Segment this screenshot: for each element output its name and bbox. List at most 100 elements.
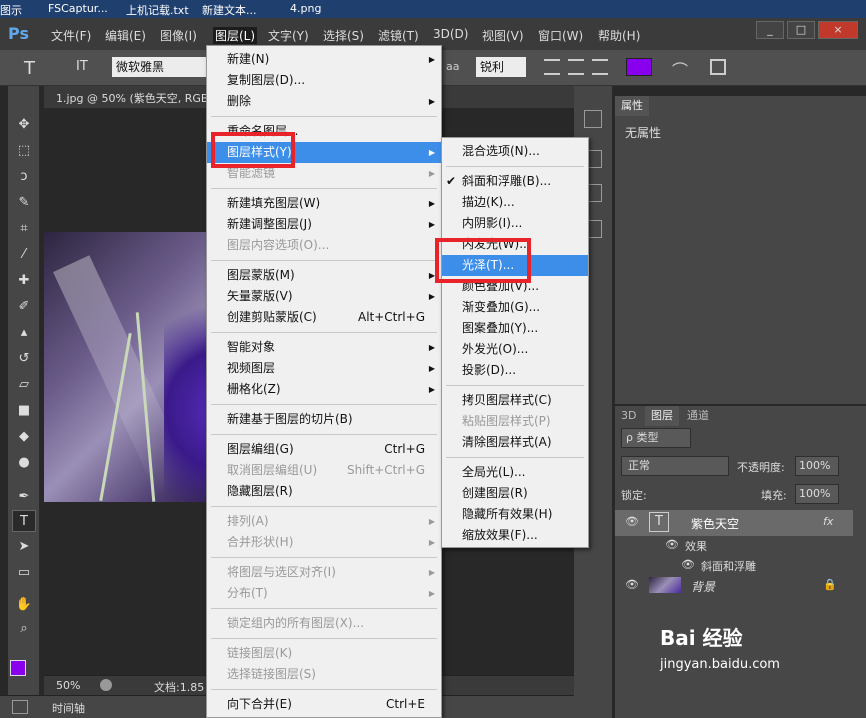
- marquee-tool-icon[interactable]: ⬚: [12, 140, 36, 162]
- menu-file[interactable]: 文件(F): [51, 27, 91, 44]
- layer-row[interactable]: 👁 背景 🔒: [615, 574, 853, 598]
- anti-alias-select[interactable]: 锐利: [476, 57, 526, 77]
- eyedropper-tool-icon[interactable]: ⁄: [12, 244, 36, 266]
- history-panel-icon[interactable]: [584, 110, 602, 128]
- align-center-icon[interactable]: [568, 59, 584, 75]
- style-submenu-item[interactable]: 缩放效果(F)...: [442, 525, 588, 546]
- blend-mode-select[interactable]: 正常: [621, 456, 729, 476]
- menu-select[interactable]: 选择(S): [323, 27, 364, 44]
- taskbar-item[interactable]: 图示: [0, 2, 22, 18]
- quick-select-tool-icon[interactable]: ✎: [12, 192, 36, 214]
- type-tool-icon[interactable]: T: [24, 58, 35, 79]
- layer-menu-item[interactable]: 删除 ▶: [207, 91, 441, 112]
- menu-view[interactable]: 视图(V): [482, 27, 524, 44]
- layer-name[interactable]: 背景: [691, 578, 715, 595]
- stamp-tool-icon[interactable]: ▴: [12, 322, 36, 344]
- history-brush-icon[interactable]: ↺: [12, 348, 36, 370]
- menu-filter[interactable]: 滤镜(T): [378, 27, 419, 44]
- align-right-icon[interactable]: [592, 59, 608, 75]
- foreground-color-swatch[interactable]: [10, 660, 26, 676]
- layer-menu-item[interactable]: 图层编组(G) Ctrl+G: [207, 439, 441, 460]
- layer-menu-item[interactable]: 复制图层(D)...: [207, 70, 441, 91]
- info-icon[interactable]: [100, 679, 112, 691]
- style-submenu-item[interactable]: 混合选项(N)...: [442, 141, 588, 162]
- visibility-eye-icon[interactable]: 👁: [625, 515, 639, 528]
- layer-menu-item[interactable]: 新建调整图层(J) ▶: [207, 214, 441, 235]
- layer-menu-item[interactable]: 新建(N) ▶: [207, 49, 441, 70]
- layer-menu-item[interactable]: 新建基于图层的切片(B): [207, 409, 441, 430]
- layer-menu-item[interactable]: 图层蒙版(M) ▶: [207, 265, 441, 286]
- tab-properties[interactable]: 属性: [615, 96, 649, 116]
- visibility-eye-icon[interactable]: 👁: [665, 538, 679, 551]
- gradient-tool-icon[interactable]: ■: [12, 400, 36, 422]
- visibility-eye-icon[interactable]: 👁: [681, 558, 695, 571]
- layer-filter-select[interactable]: ρ 类型: [621, 428, 691, 448]
- healing-tool-icon[interactable]: ✚: [12, 270, 36, 292]
- menu-layer[interactable]: 图层(L): [213, 27, 258, 44]
- style-submenu-item[interactable]: 全局光(L)...: [442, 462, 588, 483]
- zoom-tool-icon[interactable]: ⌕: [12, 618, 36, 640]
- style-submenu-item[interactable]: 图案叠加(Y)...: [442, 318, 588, 339]
- shape-tool-icon[interactable]: ▭: [12, 562, 36, 584]
- dodge-tool-icon[interactable]: ●: [12, 452, 36, 474]
- style-submenu-item[interactable]: 拷贝图层样式(C): [442, 390, 588, 411]
- layer-row[interactable]: 👁 T 紫色天空 fx: [615, 510, 853, 536]
- style-submenu-item[interactable]: 清除图层样式(A): [442, 432, 588, 453]
- menu-edit[interactable]: 编辑(E): [105, 27, 146, 44]
- font-family-select[interactable]: 微软雅黑: [112, 57, 206, 77]
- char-panel-icon[interactable]: [710, 59, 726, 75]
- align-left-icon[interactable]: [544, 59, 560, 75]
- taskbar-item[interactable]: 上机记载.txt: [126, 2, 189, 18]
- menu-window[interactable]: 窗口(W): [538, 27, 583, 44]
- style-submenu-item[interactable]: ✔ 斜面和浮雕(B)...: [442, 171, 588, 192]
- close-button[interactable]: ×: [818, 21, 858, 39]
- menu-3d[interactable]: 3D(D): [433, 27, 468, 41]
- layer-menu-item[interactable]: 矢量蒙版(V) ▶: [207, 286, 441, 307]
- menu-help[interactable]: 帮助(H): [598, 27, 640, 44]
- layer-menu-item[interactable]: 新建填充图层(W) ▶: [207, 193, 441, 214]
- layer-menu-item[interactable]: 视频图层 ▶: [207, 358, 441, 379]
- layer-effects-row[interactable]: 👁 效果: [615, 536, 853, 556]
- panel-icon[interactable]: [12, 700, 28, 714]
- crop-tool-icon[interactable]: ⌗: [12, 218, 36, 240]
- layer-name[interactable]: 紫色天空: [691, 515, 739, 532]
- lock-icon[interactable]: 🔒: [823, 578, 837, 591]
- brush-tool-icon[interactable]: ✐: [12, 296, 36, 318]
- layer-menu-item[interactable]: 栅格化(Z) ▶: [207, 379, 441, 400]
- style-submenu-item[interactable]: 外发光(O)...: [442, 339, 588, 360]
- fx-icon[interactable]: fx: [823, 515, 833, 528]
- hand-tool-icon[interactable]: ✋: [12, 594, 36, 616]
- orientation-icon[interactable]: IT: [76, 59, 88, 74]
- style-submenu-item[interactable]: 内阴影(I)...: [442, 213, 588, 234]
- move-tool-icon[interactable]: ✥: [12, 114, 36, 136]
- taskbar-item[interactable]: FSCaptur...: [48, 2, 108, 15]
- pen-tool-icon[interactable]: ✒: [12, 486, 36, 508]
- menu-type[interactable]: 文字(Y): [268, 27, 309, 44]
- style-submenu-item[interactable]: 投影(D)...: [442, 360, 588, 381]
- blur-tool-icon[interactable]: ◆: [12, 426, 36, 448]
- layer-menu-item[interactable]: 创建剪贴蒙版(C) Alt+Ctrl+G: [207, 307, 441, 328]
- taskbar-item[interactable]: 新建文本...: [202, 2, 257, 18]
- style-submenu-item[interactable]: 隐藏所有效果(H): [442, 504, 588, 525]
- layer-menu-item[interactable]: 智能对象 ▶: [207, 337, 441, 358]
- menu-image[interactable]: 图像(I): [160, 27, 197, 44]
- layer-menu-item[interactable]: 向下合并(E) Ctrl+E: [207, 694, 441, 715]
- style-submenu-item[interactable]: 描边(K)...: [442, 192, 588, 213]
- effect-row[interactable]: 👁 斜面和浮雕: [615, 556, 853, 576]
- warp-text-icon[interactable]: ⌒: [672, 57, 688, 81]
- style-submenu-item[interactable]: 创建图层(R): [442, 483, 588, 504]
- visibility-eye-icon[interactable]: 👁: [625, 578, 639, 591]
- timeline-tab[interactable]: 时间轴: [52, 700, 85, 716]
- style-submenu-item[interactable]: 渐变叠加(G)...: [442, 297, 588, 318]
- opacity-field[interactable]: 100%: [795, 456, 839, 476]
- text-color-swatch[interactable]: [626, 58, 652, 76]
- taskbar-item[interactable]: 4.png: [290, 2, 321, 15]
- maximize-button[interactable]: □: [787, 21, 815, 39]
- tab-channels[interactable]: 通道: [681, 406, 715, 426]
- lasso-tool-icon[interactable]: ↄ: [12, 166, 36, 188]
- tab-3d[interactable]: 3D: [615, 406, 642, 426]
- layer-menu-item[interactable]: 隐藏图层(R): [207, 481, 441, 502]
- fill-field[interactable]: 100%: [795, 484, 839, 504]
- zoom-level[interactable]: 50%: [56, 679, 80, 692]
- minimize-button[interactable]: _: [756, 21, 784, 39]
